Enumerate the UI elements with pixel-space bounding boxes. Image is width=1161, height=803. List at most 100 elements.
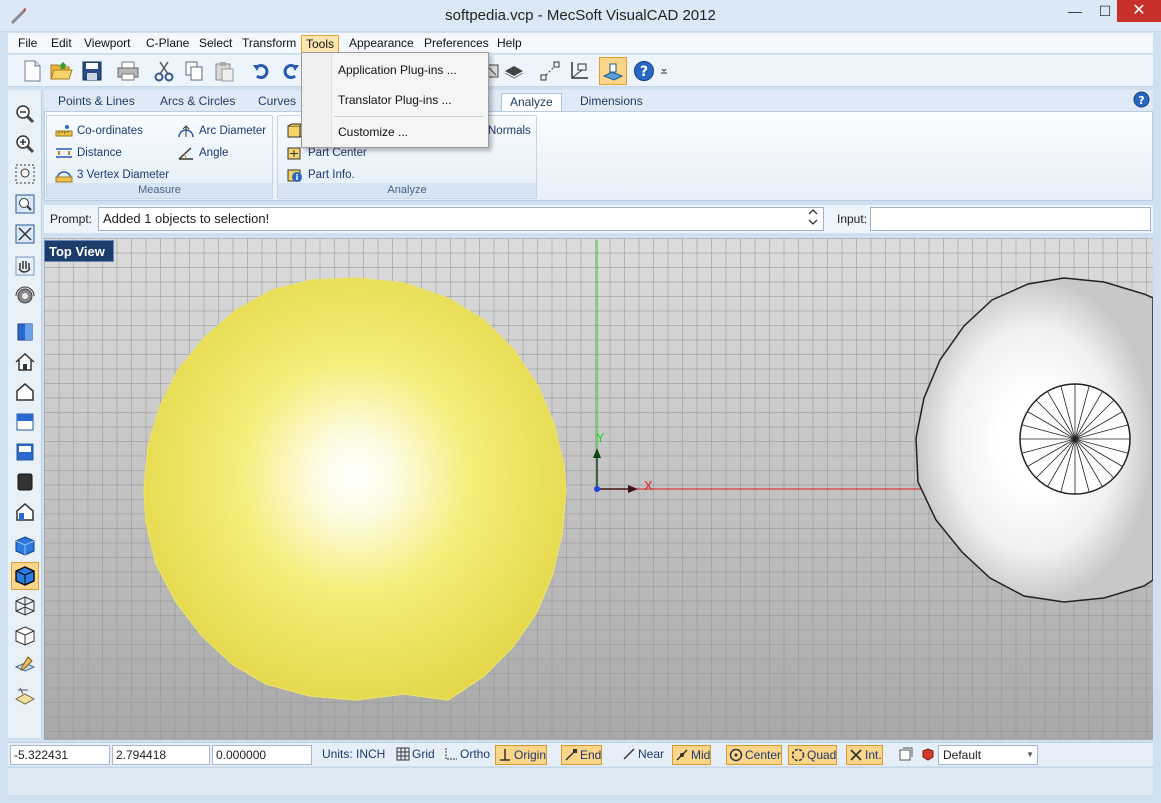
menu-viewport[interactable]: Viewport <box>80 35 134 53</box>
view-front-button[interactable] <box>11 378 39 406</box>
zoom-extents-button[interactable] <box>11 190 39 218</box>
tab-dimensions[interactable]: Dimensions <box>572 93 651 112</box>
menu-file[interactable]: File <box>14 35 41 53</box>
title-bar: softpedia.vcp - MecSoft VisualCAD 2012 —… <box>0 0 1161 32</box>
maximize-button[interactable]: ☐ <box>1090 0 1120 22</box>
cplane-view-button[interactable] <box>11 652 39 680</box>
layer-manager-button[interactable] <box>897 745 913 765</box>
cplane-button[interactable] <box>565 57 593 85</box>
zoom-in-button[interactable] <box>11 130 39 158</box>
view-home-button[interactable] <box>11 348 39 376</box>
prompt-scroll[interactable] <box>806 208 820 230</box>
near-snap-toggle[interactable]: Near <box>620 745 664 765</box>
copy-button[interactable] <box>180 57 208 85</box>
menu-customize[interactable]: Customize ... <box>338 125 408 139</box>
menu-transform[interactable]: Transform <box>238 35 300 53</box>
mid-snap-toggle[interactable]: Mid <box>672 745 712 765</box>
normals-button[interactable]: Normals <box>488 122 531 140</box>
menu-select[interactable]: Select <box>195 35 236 53</box>
tab-curves[interactable]: Curves <box>250 93 304 112</box>
viewport-label[interactable]: Top View <box>44 240 114 262</box>
rotate-view-button[interactable] <box>11 282 39 310</box>
sphere-object[interactable] <box>143 277 567 701</box>
tab-analyze[interactable]: Analyze <box>501 93 562 112</box>
view-box-right-icon <box>17 323 33 341</box>
end-snap-toggle[interactable]: End <box>561 745 603 765</box>
normals-label: Normals <box>488 125 531 137</box>
minimize-button[interactable]: — <box>1060 0 1090 22</box>
distance-button[interactable]: Distance <box>55 144 122 162</box>
redo-button[interactable] <box>276 57 304 85</box>
units-readout[interactable]: Units: INCH <box>318 745 385 765</box>
wireframe-view-button[interactable] <box>11 592 39 620</box>
menu-tools[interactable]: Tools <box>301 35 340 53</box>
prompt-output: Added 1 objects to selection! <box>98 207 824 231</box>
cut-button[interactable] <box>150 57 178 85</box>
co-ordinates-button[interactable]: Co-ordinates <box>55 122 143 140</box>
menu-edit[interactable]: Edit <box>47 35 76 53</box>
int-snap-toggle[interactable]: Int. <box>846 745 883 765</box>
shaded-view-button[interactable] <box>11 532 39 560</box>
zoom-all-button[interactable] <box>11 220 39 248</box>
open-file-button[interactable] <box>47 57 75 85</box>
outline-view-button[interactable] <box>11 622 39 650</box>
torus-object[interactable] <box>915 277 1153 603</box>
undo-button[interactable] <box>248 57 276 85</box>
home-icon <box>15 352 35 371</box>
undo-icon <box>253 64 269 79</box>
help-button[interactable]: ? <box>630 57 658 85</box>
angle-button[interactable]: Angle <box>177 144 228 162</box>
toolbar-overflow-button[interactable] <box>658 57 670 85</box>
tab-points-lines[interactable]: Points & Lines <box>50 93 143 112</box>
menu-application-plugins[interactable]: Application Plug-ins ... <box>338 63 457 77</box>
menu-c-plane[interactable]: C-Plane <box>142 35 193 53</box>
menu-preferences[interactable]: Preferences <box>420 35 493 53</box>
quad-toggle-label: Quad <box>807 748 837 762</box>
shaded-edges-view-button[interactable] <box>11 562 39 590</box>
view-iso-house-button[interactable] <box>11 498 39 526</box>
layer-chip-icon <box>504 66 524 79</box>
chevron-down-icon <box>808 219 818 225</box>
viewport-scene: Y X <box>143 240 1153 701</box>
close-button[interactable]: ✕ <box>1117 0 1161 22</box>
menu-gutter <box>302 53 332 147</box>
print-button[interactable] <box>114 57 142 85</box>
part-info-button[interactable]: i Part Info. <box>286 166 355 184</box>
pan-button[interactable] <box>11 252 39 280</box>
arc-diameter-button[interactable]: Arc Diameter <box>177 122 266 140</box>
ribbon-help-icon[interactable]: ? <box>1133 91 1150 108</box>
new-file-icon <box>24 60 41 82</box>
coordinates-ruler-icon <box>55 125 73 137</box>
snap-grid-button[interactable] <box>536 57 564 85</box>
layer-select[interactable]: Default ▼ <box>938 745 1038 765</box>
quad-snap-toggle[interactable]: Quad <box>788 745 838 765</box>
render-mode-button[interactable] <box>599 57 627 85</box>
tab-arcs-circles[interactable]: Arcs & Circles <box>152 93 243 112</box>
ortho-toggle[interactable]: Ortho <box>442 745 490 765</box>
menu-translator-plugins[interactable]: Translator Plug-ins ... <box>338 93 452 107</box>
grid-toggle[interactable]: Grid <box>394 745 435 765</box>
view-top-button[interactable] <box>11 408 39 436</box>
grid-view-button[interactable] <box>11 682 39 710</box>
menu-help[interactable]: Help <box>493 35 526 53</box>
save-button[interactable] <box>78 57 106 85</box>
layer-color-button[interactable] <box>919 745 935 765</box>
menu-appearance[interactable]: Appearance <box>345 35 418 53</box>
top-viewport[interactable]: Y X Top View <box>44 238 1153 740</box>
zoom-out-button[interactable] <box>11 100 39 128</box>
measure-group: Co-ordinates Arc Diameter Distance Angle… <box>46 115 273 199</box>
origin-snap-toggle[interactable]: Origin <box>495 745 548 765</box>
layer-manager-icon <box>899 747 913 761</box>
zoom-window-button[interactable] <box>11 160 39 188</box>
view-back-button[interactable] <box>11 468 39 496</box>
view-right-button[interactable] <box>11 318 39 346</box>
center-snap-toggle[interactable]: Center <box>726 745 783 765</box>
command-input[interactable] <box>870 207 1151 231</box>
view-bottom-button[interactable] <box>11 438 39 466</box>
three-vertex-diameter-button[interactable]: 3 Vertex Diameter <box>55 166 169 184</box>
chip-button[interactable] <box>500 57 528 85</box>
copy-icon <box>185 61 203 81</box>
paste-button[interactable] <box>210 57 238 85</box>
tools-dropdown-menu: Application Plug-ins ... Translator Plug… <box>301 52 489 148</box>
new-file-button[interactable] <box>18 57 46 85</box>
